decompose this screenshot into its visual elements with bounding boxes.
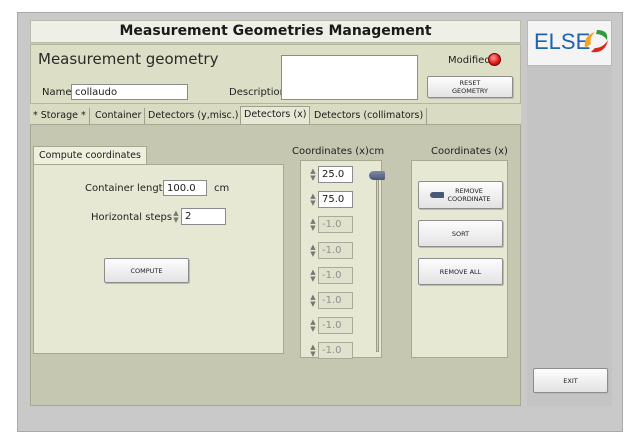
coordinate-field[interactable]: 75.0	[318, 191, 353, 208]
right-column	[527, 66, 612, 406]
coordinate-field: -1.0	[318, 267, 353, 284]
coordinate-field: -1.0	[318, 216, 353, 233]
remove-coordinate-button[interactable]: REMOVE COORDINATE	[418, 181, 503, 209]
description-label: Description	[229, 87, 286, 98]
swirl-logo-icon	[584, 30, 608, 53]
modified-label: Modified	[448, 55, 491, 66]
coordinate-spinner-icon[interactable]: ▲ ▼	[309, 166, 317, 183]
app-title: Measurement Geometries Management	[30, 20, 521, 43]
coordinate-spinner-icon[interactable]: ▲ ▼	[309, 242, 317, 259]
coordinates-cm-header: Coordinates (x)cm	[292, 146, 385, 157]
coordinate-field: -1.0	[318, 242, 353, 259]
description-field[interactable]	[281, 55, 418, 100]
tab-detectors-y-misc[interactable]: Detectors (y,misc.)	[145, 108, 243, 125]
sort-button[interactable]: SORT	[418, 220, 503, 247]
coordinate-spinner-icon[interactable]: ▲ ▼	[309, 317, 317, 334]
coordinate-field[interactable]: 25.0	[318, 166, 353, 183]
container-length-label: Container length	[85, 183, 169, 194]
reset-label-line1: RESET	[459, 79, 481, 87]
tab-storage[interactable]: * Storage *	[30, 108, 90, 125]
exit-button[interactable]: EXIT	[533, 368, 608, 393]
container-length-field[interactable]: 100.0	[163, 180, 207, 196]
coordinate-field: -1.0	[318, 342, 353, 359]
name-field[interactable]: collaudo	[71, 84, 188, 100]
horizontal-steps-label: Horizontal steps	[91, 212, 173, 223]
remove-coordinate-line2: COORDINATE	[447, 195, 491, 203]
horizontal-steps-spinner-icon[interactable]: ▲ ▼	[172, 208, 180, 225]
tab-container[interactable]: Container	[92, 108, 146, 125]
coordinates-scroll-thumb[interactable]	[369, 171, 385, 180]
coordinates-scroll-track[interactable]	[376, 172, 379, 352]
tab-compute-coordinates[interactable]: Compute coordinates	[33, 146, 147, 165]
coordinate-field: -1.0	[318, 292, 353, 309]
modified-led-icon	[488, 53, 501, 66]
tab-detectors-x[interactable]: Detectors (x)	[240, 106, 311, 126]
tab-detectors-collimators[interactable]: Detectors (collimators)	[311, 108, 428, 125]
coordinate-spinner-icon[interactable]: ▲ ▼	[309, 267, 317, 284]
remove-coordinate-line1: REMOVE	[455, 187, 483, 195]
logo: ELSE	[527, 20, 612, 66]
container-length-unit: cm	[214, 183, 230, 194]
coordinate-spinner-icon[interactable]: ▲ ▼	[309, 216, 317, 233]
coordinate-spinner-icon[interactable]: ▲ ▼	[309, 292, 317, 309]
coordinate-spinner-icon[interactable]: ▲ ▼	[309, 342, 317, 359]
reset-label-line2: GEOMETRY	[451, 87, 489, 95]
pointer-arrow-icon	[430, 192, 445, 198]
remove-all-button[interactable]: REMOVE ALL	[418, 258, 503, 285]
name-label: Name	[42, 87, 72, 98]
coordinates-x-header: Coordinates (x)	[431, 146, 508, 157]
section-title: Measurement geometry	[38, 50, 219, 68]
compute-button[interactable]: COMPUTE	[104, 258, 189, 283]
reset-geometry-button[interactable]: RESET GEOMETRY	[427, 76, 513, 98]
coordinate-field: -1.0	[318, 317, 353, 334]
horizontal-steps-field[interactable]: 2	[181, 208, 226, 225]
coordinate-spinner-icon[interactable]: ▲ ▼	[309, 191, 317, 208]
